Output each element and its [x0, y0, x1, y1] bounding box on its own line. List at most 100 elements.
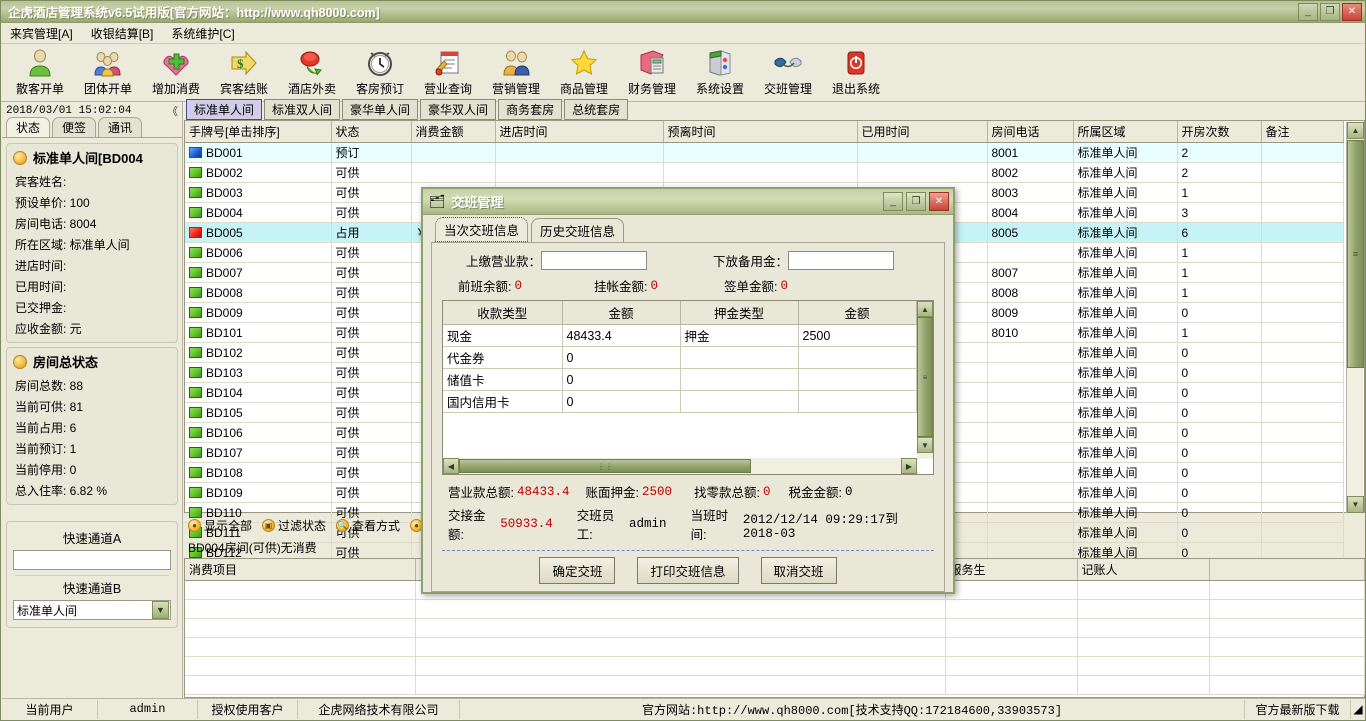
col-payment-type[interactable]: 收款类型 [443, 301, 563, 325]
toolbar-button-settings[interactable]: 系统设置 [686, 44, 754, 97]
col-checkin[interactable]: 进店时间 [495, 121, 664, 143]
restore-button[interactable]: ❐ [1320, 3, 1340, 21]
col-room-no[interactable]: 手牌号[单击排序] [185, 121, 332, 143]
toolbar-button-add-consumption[interactable]: 增加消费 [142, 44, 210, 97]
handover-row[interactable]: 现金 48433.4 押金 2500 [443, 324, 917, 347]
col-consumption-item[interactable]: 消费项目 [185, 559, 416, 581]
col-deposit-type[interactable]: 押金类型 [680, 301, 799, 325]
tab-standard-single[interactable]: 标准单人间 [186, 99, 263, 120]
tab-presidential-suite[interactable]: 总统套房 [564, 99, 629, 120]
scroll-thumb[interactable]: ≡ [1347, 140, 1364, 368]
handover-scroll-right-icon[interactable]: ▶ [901, 458, 917, 474]
handover-scroll-up-icon[interactable]: ▲ [917, 301, 933, 317]
consumption-row[interactable] [185, 618, 1365, 638]
minimize-button[interactable]: _ [1298, 3, 1318, 21]
toolbar-button-checkout[interactable]: $ 宾客结账 [210, 44, 278, 97]
handover-header-row: 收款类型 金额 押金类型 金额 [443, 301, 917, 325]
tab-business-suite[interactable]: 商务套房 [498, 99, 563, 120]
status-download-link[interactable]: 官方最新版下载 [1245, 699, 1351, 719]
cell-times: 2 [1177, 162, 1262, 183]
handover-hscroll-thumb[interactable]: ⋮⋮ [459, 459, 751, 473]
handover-scroll-thumb[interactable]: ≡ [917, 317, 933, 437]
toolbar-button-shift-handover[interactable]: 交班管理 [754, 44, 822, 97]
tab-deluxe-double[interactable]: 豪华双人间 [420, 99, 497, 120]
table-row[interactable]: BD002 可供 8002 标准单人间 2 [185, 162, 1344, 183]
chevron-down-icon[interactable]: ▼ [152, 601, 169, 619]
submit-revenue-input[interactable] [541, 251, 648, 270]
scroll-up-icon[interactable]: ▲ [1347, 122, 1364, 139]
col-deposit-amount[interactable]: 金额 [798, 301, 917, 325]
col-amount[interactable]: 消费金额 [411, 121, 496, 143]
tab-deluxe-single[interactable]: 豪华单人间 [342, 99, 419, 120]
col-end[interactable] [1209, 559, 1365, 581]
dialog-close-button[interactable]: ✕ [929, 192, 949, 211]
toolbar-button-group-guest[interactable]: 团体开单 [74, 44, 142, 97]
handover-table-body: 现金 48433.4 押金 2500 代金券 0 储值卡 0 国内信用卡 0 [443, 324, 917, 413]
cancel-handover-button[interactable]: 取消交班 [760, 557, 837, 584]
toolbar-button-goods[interactable]: 商品管理 [550, 44, 618, 97]
handover-row[interactable]: 储值卡 0 [443, 368, 917, 391]
tab-standard-double[interactable]: 标准双人间 [264, 99, 341, 120]
col-payment-amount[interactable]: 金额 [562, 301, 681, 325]
tab-history-shift[interactable]: 历史交班信息 [531, 218, 625, 242]
handover-row[interactable]: 国内信用卡 0 [443, 390, 917, 413]
status-bar: 当前用户 admin 授权使用客户 企虎网络技术有限公司 官方网站:http:/… [2, 698, 1365, 719]
cell-area: 标准单人间 [1073, 182, 1178, 203]
consumption-row[interactable] [185, 637, 1365, 657]
toolbar-button-takeaway[interactable]: 酒店外卖 [278, 44, 346, 97]
toolbar-button-reservation[interactable]: 客房预订 [346, 44, 414, 97]
filter-state[interactable]: ▣ 过滤状态 [262, 517, 326, 534]
resize-grip-icon[interactable]: ◢ [1351, 700, 1365, 719]
menu-item-system[interactable]: 系统维护[C] [162, 23, 243, 44]
cell-phone [987, 362, 1074, 383]
confirm-handover-button[interactable]: 确定交班 [539, 557, 616, 584]
col-accountant[interactable]: 记账人 [1077, 559, 1210, 581]
handover-scroll-down-icon[interactable]: ▼ [917, 437, 933, 453]
consumption-row[interactable] [185, 675, 1365, 695]
status-website[interactable]: 官方网站:http://www.qh8000.com[技术支持QQ:172184… [460, 699, 1245, 719]
toolbar-button-marketing[interactable]: 营销管理 [482, 44, 550, 97]
tab-status[interactable]: 状态 [6, 117, 51, 137]
dialog-minimize-button[interactable]: _ [883, 192, 903, 211]
tab-current-shift[interactable]: 当次交班信息 [435, 217, 529, 242]
col-status[interactable]: 状态 [331, 121, 412, 143]
toolbar-button-single-guest[interactable]: 散客开单 [6, 44, 74, 97]
col-checkout[interactable]: 预离时间 [663, 121, 858, 143]
toolbar-button-finance[interactable]: 财务管理 [618, 44, 686, 97]
col-area[interactable]: 所属区域 [1073, 121, 1178, 143]
tab-communication[interactable]: 通讯 [98, 117, 143, 137]
finance-icon [636, 47, 668, 79]
col-note[interactable]: 备注 [1261, 121, 1344, 143]
scroll-down-icon[interactable]: ▼ [1347, 496, 1364, 513]
toolbar-button-business-query[interactable]: 营业查询 [414, 44, 482, 97]
tab-notes[interactable]: 便签 [52, 117, 97, 137]
quick-b-select[interactable]: 标准单人间 ▼ [13, 600, 171, 620]
toolbar-label: 营业查询 [423, 82, 472, 96]
toolbar-button-exit[interactable]: 退出系统 [822, 44, 890, 97]
col-waiter[interactable]: 服务生 [945, 559, 1078, 581]
consumption-row[interactable] [185, 656, 1365, 676]
dialog-maximize-button[interactable]: ❐ [906, 192, 926, 211]
quick-a-input[interactable] [13, 550, 171, 570]
handover-row[interactable]: 代金券 0 [443, 346, 917, 369]
menu-item-guest[interactable]: 来宾管理[A] [1, 23, 82, 44]
toolbar-label: 散客开单 [15, 82, 64, 96]
cell-room-no: BD008 [185, 282, 332, 303]
col-times[interactable]: 开房次数 [1177, 121, 1262, 143]
print-handover-button[interactable]: 打印交班信息 [637, 557, 739, 584]
grid-vertical-scrollbar[interactable]: ▲ ≡ ▼ [1346, 122, 1364, 513]
collapse-panel-icon[interactable]: 《 [167, 103, 178, 119]
filter-view-mode[interactable]: 🔍 查看方式 [336, 517, 400, 534]
menu-item-cashier[interactable]: 收银结算[B] [82, 23, 163, 44]
close-button[interactable]: ✕ [1342, 3, 1362, 21]
cell-used-time [857, 162, 988, 183]
col-used-time[interactable]: 已用时间 [857, 121, 988, 143]
handover-vertical-scrollbar[interactable]: ▲ ≡ ▼ [917, 301, 933, 459]
table-row[interactable]: BD001 预订 8001 标准单人间 2 [185, 142, 1344, 163]
handover-horizontal-scrollbar[interactable]: ◀ ⋮⋮ ▶ [443, 458, 917, 474]
handover-scroll-left-icon[interactable]: ◀ [443, 458, 459, 474]
consumption-row[interactable] [185, 599, 1365, 619]
reserve-fund-input[interactable] [788, 251, 895, 270]
col-phone[interactable]: 房间电话 [987, 121, 1074, 143]
filter-show-all[interactable]: ● 显示全部 [188, 517, 252, 534]
